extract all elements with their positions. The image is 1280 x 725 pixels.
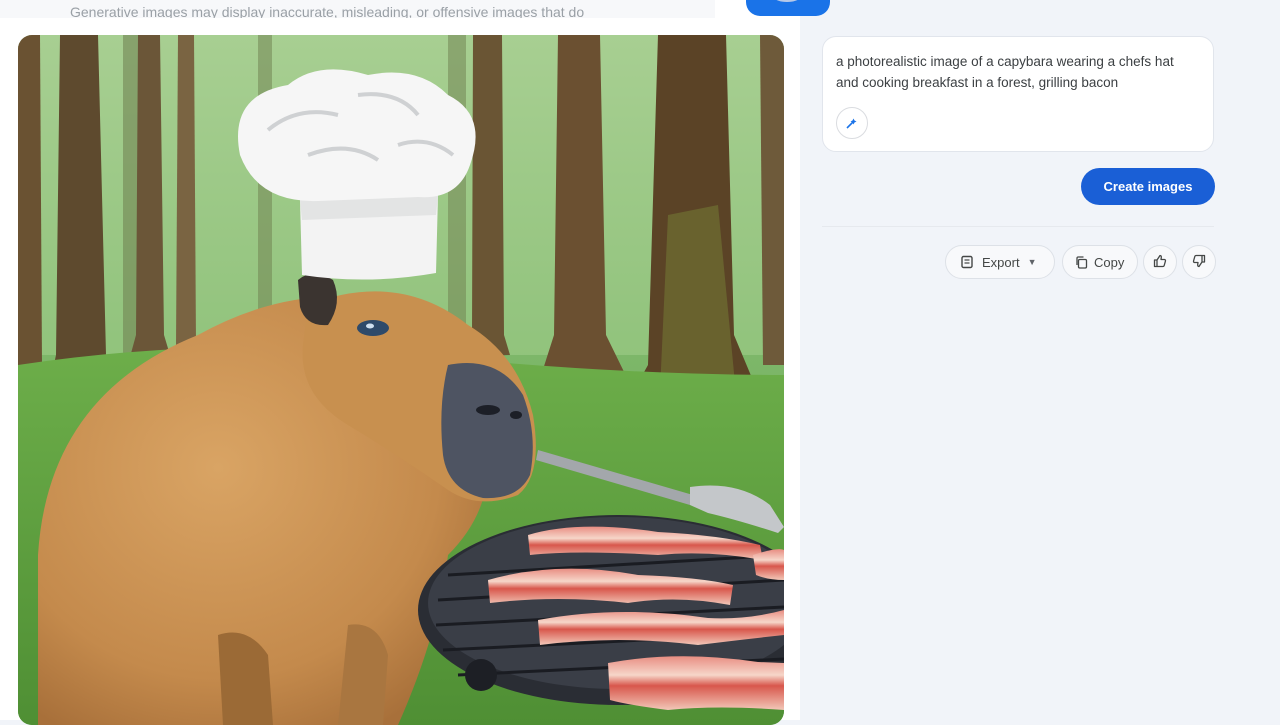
export-icon (960, 255, 974, 269)
copy-icon (1075, 255, 1088, 269)
chevron-down-icon: ▼ (1027, 257, 1037, 267)
thumbs-down-icon (1192, 254, 1206, 271)
divider (822, 226, 1214, 227)
export-button[interactable]: Export ▼ (945, 245, 1055, 279)
prompt-text: a photorealistic image of a capybara wea… (836, 54, 1174, 90)
image-panel: Generative images may display inaccurate… (0, 0, 800, 725)
thumbs-down-button[interactable] (1182, 245, 1216, 279)
copy-button[interactable]: Copy (1062, 245, 1138, 279)
edit-prompt-icon (846, 118, 857, 129)
prompt-card: a photorealistic image of a capybara wea… (822, 36, 1214, 152)
disclaimer-text: Generative images may display inaccurate… (70, 4, 585, 18)
generated-image[interactable] (18, 35, 784, 725)
disclaimer-banner: Generative images may display inaccurate… (0, 0, 715, 18)
thumbs-up-button[interactable] (1143, 245, 1177, 279)
export-label: Export (982, 254, 1020, 270)
user-avatar-pill[interactable] (746, 0, 830, 16)
avatar-icon (774, 0, 800, 2)
thumbs-up-icon (1153, 254, 1167, 271)
copy-label: Copy (1094, 254, 1125, 270)
edit-prompt-button[interactable] (836, 107, 868, 139)
capybara-chef-image (18, 35, 784, 725)
create-images-button[interactable]: Create images (1081, 168, 1215, 205)
